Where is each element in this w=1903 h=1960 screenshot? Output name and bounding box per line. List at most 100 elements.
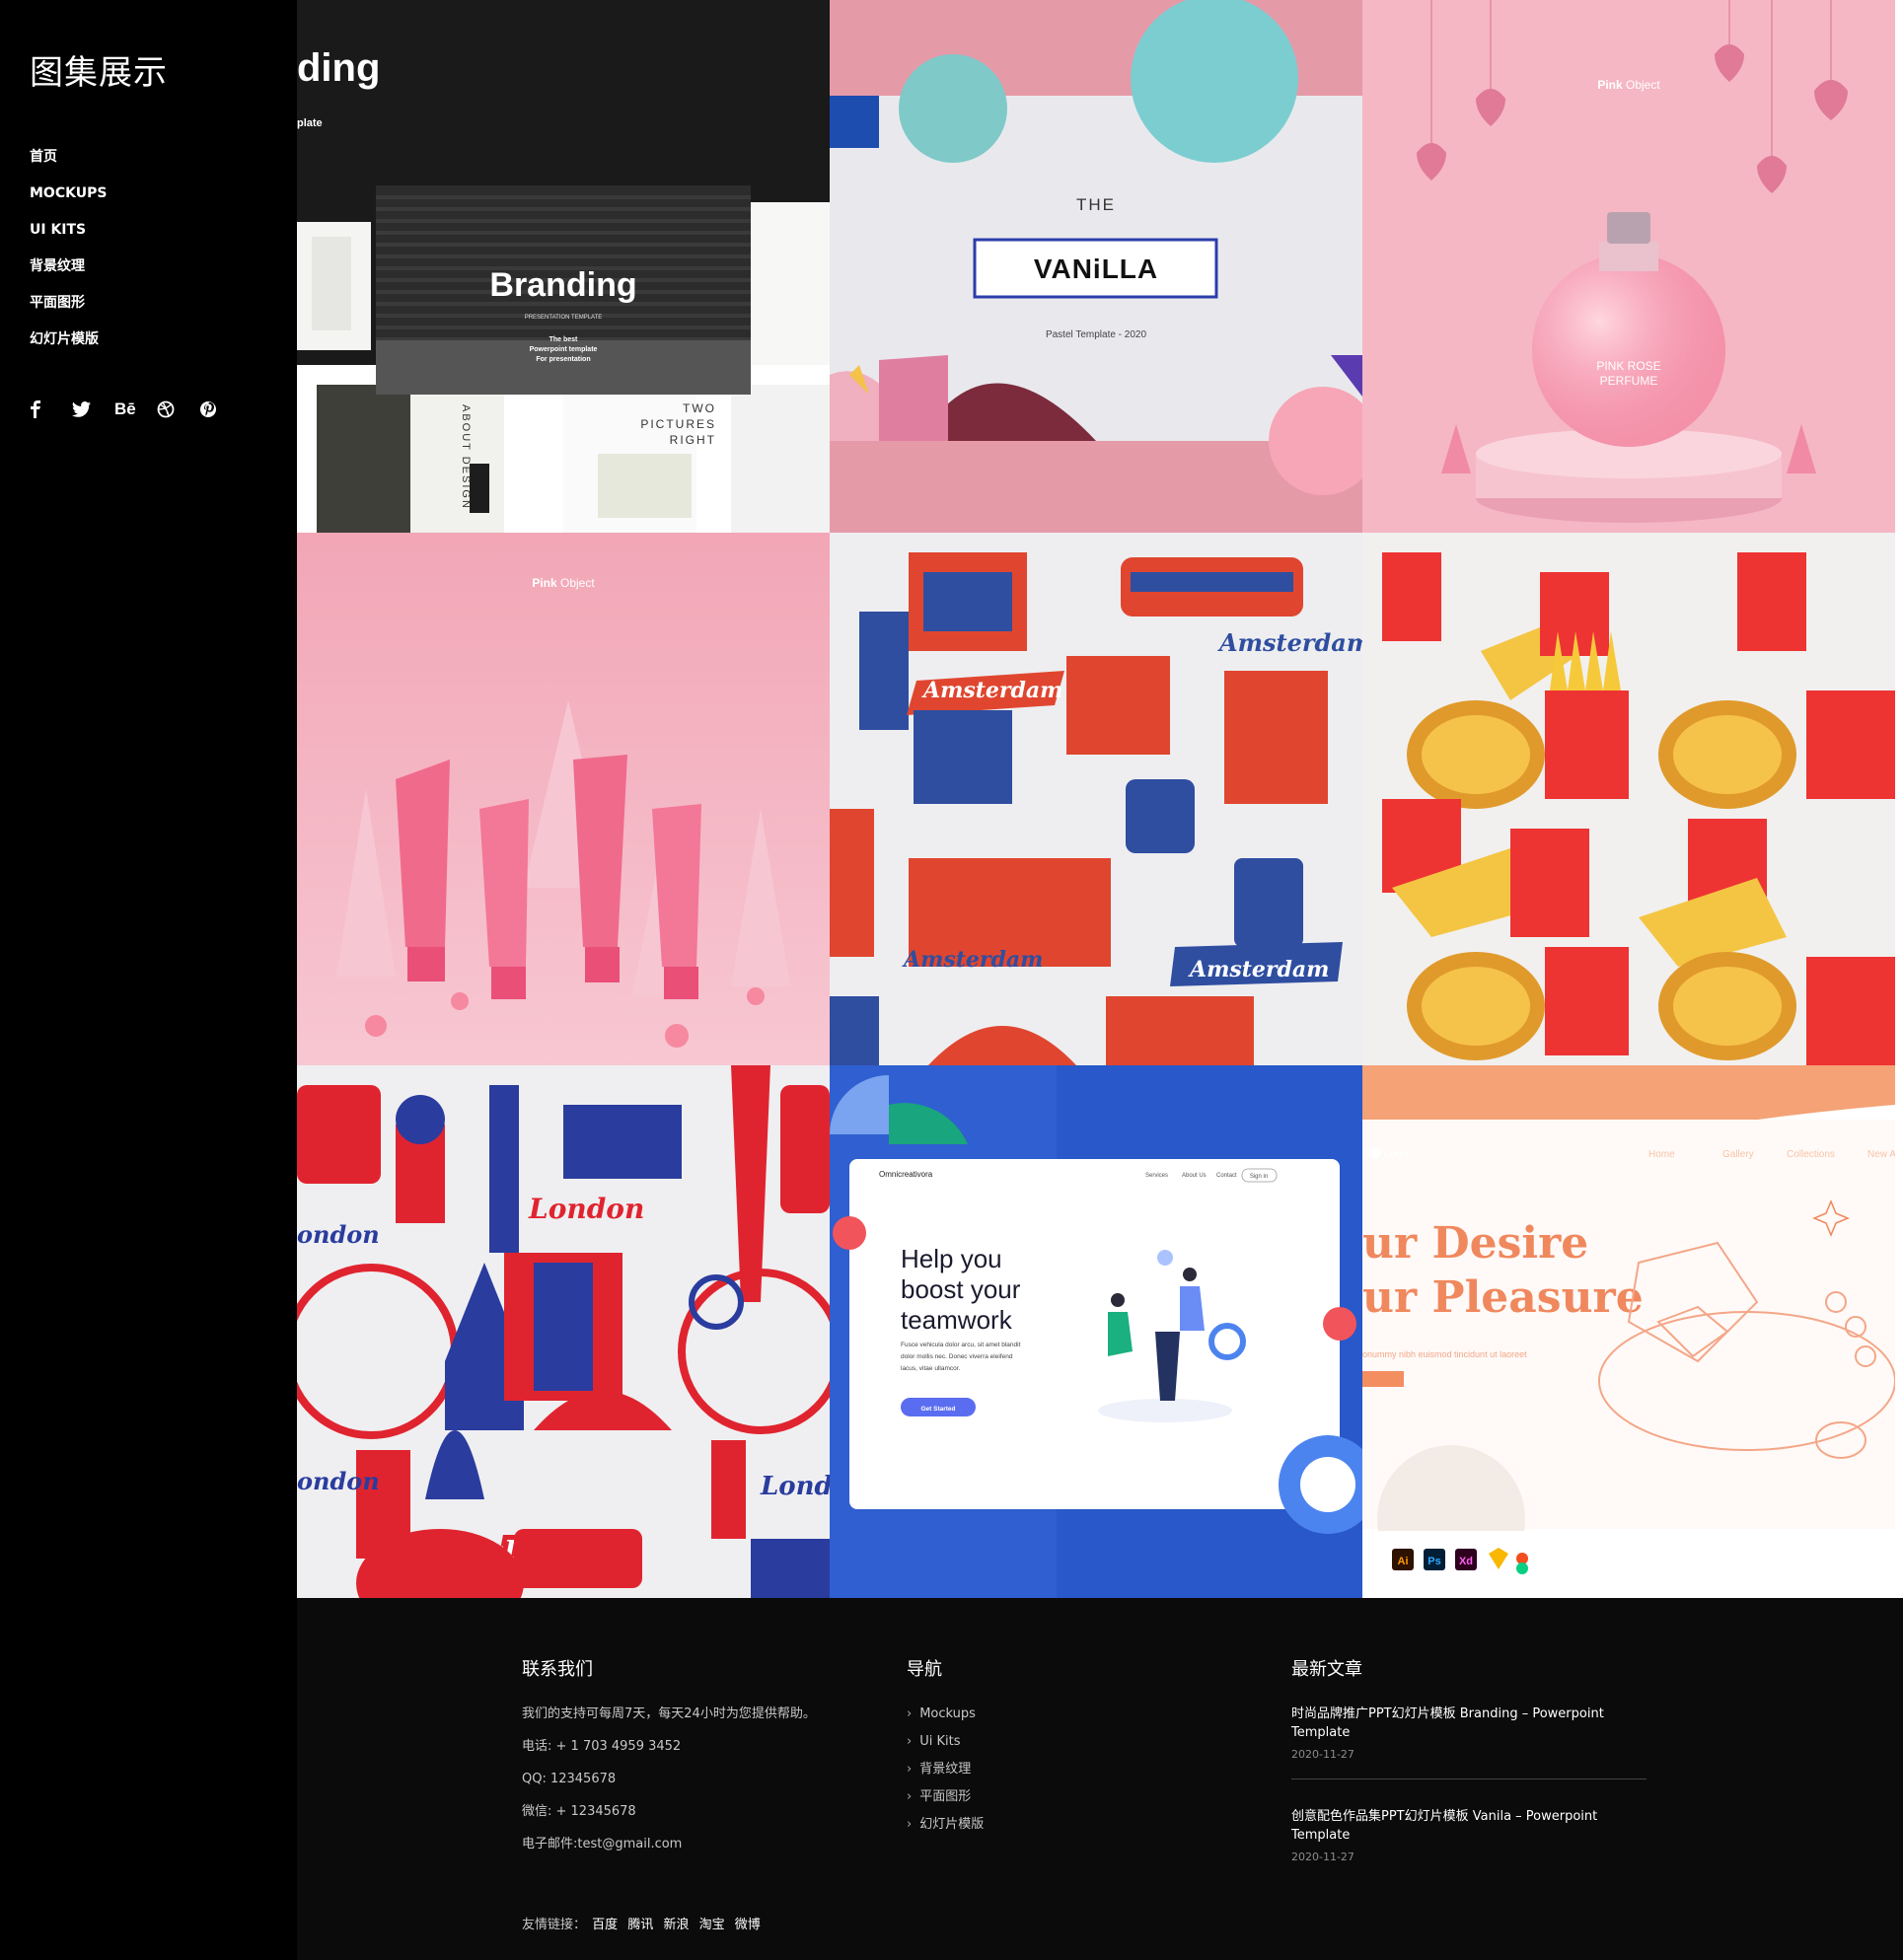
perfume-label-2: PERFUME xyxy=(1600,374,1658,388)
gallery-item-pink-cream[interactable]: Pink Object xyxy=(297,533,830,1065)
amsterdam-label-2: Amsterdam xyxy=(1217,628,1362,657)
london-artwork: ondon London London London ondon xyxy=(297,1065,830,1598)
vanilla-subtitle: Pastel Template - 2020 xyxy=(1046,329,1147,340)
vanilla-artwork: THE VANiLLA Pastel Template - 2020 xyxy=(830,0,1362,533)
footer-contact-title: 联系我们 xyxy=(522,1659,593,1680)
pink-cream-artwork: Pink Object xyxy=(297,533,830,1065)
main-nav: 首页 MOCKUPS UI KITS 背景纹理 平面图形 幻灯片模版 xyxy=(30,138,107,357)
friend-links: 友情链接： 百度 腾讯 新浪 淘宝 微博 xyxy=(522,1914,765,1932)
gallery-item-perfume[interactable]: Pink Object PINK ROSE PERFUME xyxy=(1362,0,1895,533)
desire-nav-1: Home xyxy=(1648,1149,1675,1160)
svg-text:Pink Object: Pink Object xyxy=(532,576,595,590)
nav-link[interactable]: UI KITS xyxy=(30,222,86,238)
sidebar: 图集展示 首页 MOCKUPS UI KITS 背景纹理 平面图形 幻灯片模版 … xyxy=(0,0,297,1960)
footer-contact: 联系我们 我们的支持可每周7天，每天24小时为您提供帮助。 电话: + 1 70… xyxy=(522,1655,816,1867)
amsterdam-label-1: Amsterdam xyxy=(921,678,1062,703)
contact-qq: QQ: 12345678 xyxy=(522,1772,617,1786)
teamwork-body-2: dolor mollis nec. Donec viverra eleifend xyxy=(901,1353,1013,1360)
vanilla-title: VANiLLA xyxy=(1034,254,1158,284)
perfume-label-1: PINK ROSE xyxy=(1596,359,1660,373)
london-label-partial-2: ondon xyxy=(297,1467,380,1495)
post-title[interactable]: 创意配色作品集PPT幻灯片模板 Vanila – Powerpoint Temp… xyxy=(1291,1807,1647,1845)
cream-brand: Pink xyxy=(532,576,557,590)
friend-link-baidu[interactable]: 百度 xyxy=(592,1918,618,1932)
friend-link-taobao[interactable]: 淘宝 xyxy=(699,1918,725,1932)
friend-link-sina[interactable]: 新浪 xyxy=(663,1918,689,1932)
teamwork-heading-1: Help you xyxy=(901,1244,1002,1273)
teamwork-body-3: lacus, vitae ullamcor. xyxy=(901,1365,961,1372)
post-date: 2020-11-27 xyxy=(1291,1748,1354,1761)
gallery-item-desire[interactable]: Logo Home Gallery Collections New A ur D… xyxy=(1362,1065,1895,1598)
nav-item-mockups[interactable]: MOCKUPS xyxy=(30,175,107,211)
footer-nav-label: Mockups xyxy=(919,1706,976,1721)
footer-posts-title: 最新文章 xyxy=(1291,1659,1362,1680)
desire-tool-ai: Ai xyxy=(1398,1556,1409,1567)
branding-partial-sub: plate xyxy=(297,117,323,129)
svg-text:Pink Object: Pink Object xyxy=(1597,78,1660,92)
behance-text: Bē xyxy=(114,399,136,418)
behance-icon[interactable]: Bē xyxy=(114,398,157,421)
footer-nav-item[interactable]: › 平面图形 xyxy=(907,1787,984,1815)
desire-logo: Logo xyxy=(1384,1149,1408,1160)
gallery-item-vanilla[interactable]: THE VANiLLA Pastel Template - 2020 xyxy=(830,0,1362,533)
friend-links-label: 友情链接： xyxy=(522,1918,587,1932)
branding-title: Branding xyxy=(489,266,636,304)
gallery-item-fast-food[interactable] xyxy=(1362,533,1895,1065)
nav-link[interactable]: 幻灯片模版 xyxy=(30,331,99,347)
site-title[interactable]: 图集展示 xyxy=(30,45,168,94)
perfume-artwork: Pink Object PINK ROSE PERFUME xyxy=(1362,0,1895,533)
cream-brand-2: Object xyxy=(557,576,596,590)
nav-link[interactable]: 背景纹理 xyxy=(30,258,85,274)
desire-tool-ps: Ps xyxy=(1427,1556,1440,1567)
nav-item-slides[interactable]: 幻灯片模版 xyxy=(30,321,107,357)
footer-nav-item[interactable]: › 背景纹理 xyxy=(907,1760,984,1787)
pinterest-icon[interactable] xyxy=(199,398,242,421)
desire-nav-2: Gallery xyxy=(1722,1149,1754,1160)
perfume-brand: Pink xyxy=(1597,78,1623,92)
twitter-icon[interactable] xyxy=(72,398,114,421)
nav-link[interactable]: 首页 xyxy=(30,149,57,165)
post-title[interactable]: 时尚品牌推广PPT幻灯片模板 Branding – Powerpoint Tem… xyxy=(1291,1705,1647,1742)
branding-subtitle: PRESENTATION TEMPLATE xyxy=(525,315,603,321)
facebook-icon[interactable] xyxy=(30,398,72,421)
london-label-3: London xyxy=(760,1472,830,1501)
teamwork-brand: Omnicreativora xyxy=(879,1170,933,1179)
gallery-item-amsterdam[interactable]: Amsterdam Amsterdam Amsterdam Amsterdam xyxy=(830,533,1362,1065)
social-links: Bē xyxy=(30,398,242,421)
post-item[interactable]: 创意配色作品集PPT幻灯片模板 Vanila – Powerpoint Temp… xyxy=(1291,1807,1647,1863)
footer-nav: 导航 › Mockups › Ui Kits › 背景纹理 › 平面图形 › 幻灯片模版 xyxy=(907,1655,984,1843)
london-label-1: London xyxy=(528,1193,644,1225)
dribbble-icon[interactable] xyxy=(157,398,199,421)
gallery-item-teamwork[interactable]: Omnicreativora Services About Us Contact… xyxy=(830,1065,1362,1598)
chevron-right-icon: › xyxy=(907,1734,913,1749)
nav-item-home[interactable]: 首页 xyxy=(30,138,107,175)
teamwork-body-1: Fusce vehicula dolor arcu, sit amet blan… xyxy=(901,1342,1021,1348)
chevron-right-icon: › xyxy=(907,1706,913,1721)
nav-item-graphics[interactable]: 平面图形 xyxy=(30,284,107,321)
contact-email: 电子邮件:test@gmail.com xyxy=(522,1837,683,1851)
footer-nav-item[interactable]: › Ui Kits xyxy=(907,1732,984,1760)
post-date: 2020-11-27 xyxy=(1291,1851,1354,1863)
branding-pictures: PICTURES xyxy=(640,417,716,431)
teamwork-signin: Sign in xyxy=(1250,1174,1268,1180)
footer-nav-item[interactable]: › Mockups xyxy=(907,1705,984,1732)
branding-tagline-2: Powerpoint template xyxy=(530,346,598,353)
friend-link-weibo[interactable]: 微博 xyxy=(735,1918,761,1932)
footer-nav-list: › Mockups › Ui Kits › 背景纹理 › 平面图形 › 幻灯片模版 xyxy=(907,1705,984,1843)
friend-link-tencent[interactable]: 腾讯 xyxy=(627,1918,653,1932)
footer-nav-label: 幻灯片模版 xyxy=(919,1817,985,1832)
desire-nav-3: Collections xyxy=(1787,1149,1835,1160)
gallery-item-london[interactable]: ondon London London London ondon xyxy=(297,1065,830,1598)
gallery-item-branding[interactable]: ding plate Branding PRESENTATION TEMPLAT… xyxy=(297,0,830,533)
nav-item-ui-kits[interactable]: UI KITS xyxy=(30,211,107,248)
nav-item-textures[interactable]: 背景纹理 xyxy=(30,248,107,284)
footer-nav-label: Ui Kits xyxy=(919,1734,961,1749)
footer-nav-item[interactable]: › 幻灯片模版 xyxy=(907,1815,984,1843)
amsterdam-artwork: Amsterdam Amsterdam Amsterdam Amsterdam xyxy=(830,533,1362,1065)
desire-body: onummy nibh euismod tincidunt ut laoreet xyxy=(1362,1349,1527,1359)
branding-artwork: ding plate Branding PRESENTATION TEMPLAT… xyxy=(297,0,830,533)
nav-link[interactable]: 平面图形 xyxy=(30,295,85,311)
nav-link[interactable]: MOCKUPS xyxy=(30,185,107,201)
teamwork-nav-1: Services xyxy=(1145,1173,1168,1179)
post-item[interactable]: 时尚品牌推广PPT幻灯片模板 Branding – Powerpoint Tem… xyxy=(1291,1705,1647,1761)
